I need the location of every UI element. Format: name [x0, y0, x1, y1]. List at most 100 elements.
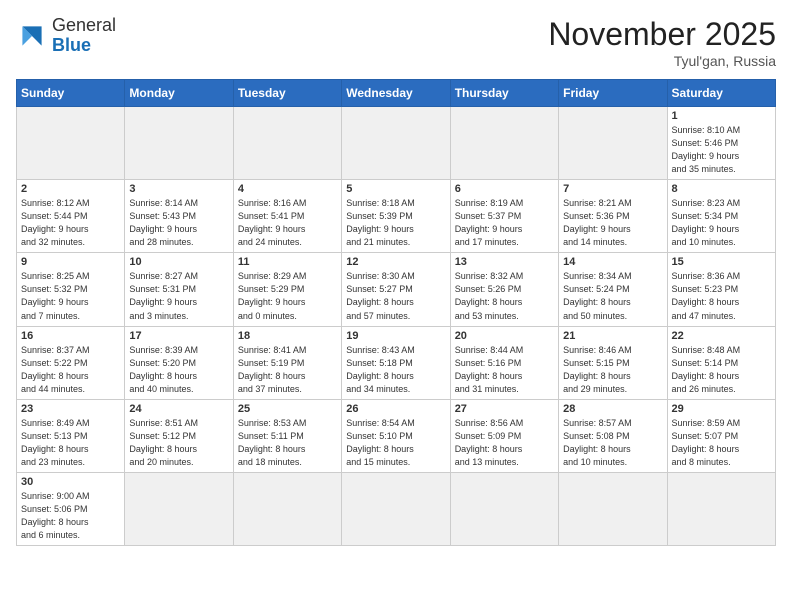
calendar-row: 16Sunrise: 8:37 AM Sunset: 5:22 PM Dayli… [17, 326, 776, 399]
day-info: Sunrise: 8:36 AM Sunset: 5:23 PM Dayligh… [672, 270, 771, 322]
location: Tyul'gan, Russia [548, 53, 776, 69]
day-number: 17 [129, 330, 228, 342]
day-number: 25 [238, 403, 337, 415]
day-number: 11 [238, 256, 337, 268]
day-number: 10 [129, 256, 228, 268]
day-number: 15 [672, 256, 771, 268]
day-info: Sunrise: 8:29 AM Sunset: 5:29 PM Dayligh… [238, 270, 337, 322]
calendar-cell: 3 Sunrise: 8:14 AM Sunset: 5:43 PM Daylig… [125, 180, 233, 253]
calendar-cell: 8 Sunrise: 8:23 AM Sunset: 5:34 PM Daylig… [667, 180, 775, 253]
header-sunday: Sunday [17, 80, 125, 107]
calendar-cell: 2Sunrise: 8:12 AM Sunset: 5:44 PM Daylig… [17, 180, 125, 253]
day-info: Sunrise: 8:54 AM Sunset: 5:10 PM Dayligh… [346, 417, 445, 469]
day-number: 9 [21, 256, 120, 268]
calendar: Sunday Monday Tuesday Wednesday Thursday… [16, 79, 776, 546]
calendar-row: 30Sunrise: 9:00 AM Sunset: 5:06 PM Dayli… [17, 472, 776, 545]
calendar-cell: 20Sunrise: 8:44 AM Sunset: 5:16 PM Dayli… [450, 326, 558, 399]
calendar-cell [667, 472, 775, 545]
day-info: Sunrise: 8:48 AM Sunset: 5:14 PM Dayligh… [672, 344, 771, 396]
day-info: Sunrise: 8:21 AM Sunset: 5:36 PM Dayligh… [563, 197, 662, 249]
calendar-cell: 16Sunrise: 8:37 AM Sunset: 5:22 PM Dayli… [17, 326, 125, 399]
calendar-cell: 14 Sunrise: 8:34 AM Sunset: 5:24 PM Dayli… [559, 253, 667, 326]
calendar-cell: 10 Sunrise: 8:27 AM Sunset: 5:31 PM Dayli… [125, 253, 233, 326]
calendar-cell: 12Sunrise: 8:30 AM Sunset: 5:27 PM Dayli… [342, 253, 450, 326]
calendar-cell [342, 472, 450, 545]
calendar-cell: 26 Sunrise: 8:54 AM Sunset: 5:10 PM Dayli… [342, 399, 450, 472]
day-number: 27 [455, 403, 554, 415]
calendar-cell: 4Sunrise: 8:16 AM Sunset: 5:41 PM Daylig… [233, 180, 341, 253]
day-info: Sunrise: 8:46 AM Sunset: 5:15 PM Dayligh… [563, 344, 662, 396]
day-info: Sunrise: 8:10 AM Sunset: 5:46 PM Dayligh… [672, 124, 771, 176]
day-number: 22 [672, 330, 771, 342]
calendar-row: 1 Sunrise: 8:10 AM Sunset: 5:46 PM Daylig… [17, 107, 776, 180]
calendar-cell [125, 107, 233, 180]
logo-text: General Blue [52, 16, 116, 56]
calendar-cell: 22 Sunrise: 8:48 AM Sunset: 5:14 PM Dayli… [667, 326, 775, 399]
day-info: Sunrise: 8:39 AM Sunset: 5:20 PM Dayligh… [129, 344, 228, 396]
calendar-cell: 17 Sunrise: 8:39 AM Sunset: 5:20 PM Dayli… [125, 326, 233, 399]
calendar-cell [233, 472, 341, 545]
calendar-cell [125, 472, 233, 545]
calendar-cell [559, 107, 667, 180]
day-info: Sunrise: 8:23 AM Sunset: 5:34 PM Dayligh… [672, 197, 771, 249]
day-info: Sunrise: 8:34 AM Sunset: 5:24 PM Dayligh… [563, 270, 662, 322]
day-number: 6 [455, 183, 554, 195]
day-info: Sunrise: 8:49 AM Sunset: 5:13 PM Dayligh… [21, 417, 120, 469]
day-number: 8 [672, 183, 771, 195]
calendar-cell: 29 Sunrise: 8:59 AM Sunset: 5:07 PM Dayli… [667, 399, 775, 472]
day-number: 21 [563, 330, 662, 342]
calendar-cell: 25 Sunrise: 8:53 AM Sunset: 5:11 PM Dayli… [233, 399, 341, 472]
month-title: November 2025 [548, 16, 776, 53]
day-number: 14 [563, 256, 662, 268]
day-number: 20 [455, 330, 554, 342]
day-info: Sunrise: 8:53 AM Sunset: 5:11 PM Dayligh… [238, 417, 337, 469]
day-info: Sunrise: 8:56 AM Sunset: 5:09 PM Dayligh… [455, 417, 554, 469]
calendar-row: 23Sunrise: 8:49 AM Sunset: 5:13 PM Dayli… [17, 399, 776, 472]
calendar-cell: 7 Sunrise: 8:21 AM Sunset: 5:36 PM Daylig… [559, 180, 667, 253]
calendar-cell [17, 107, 125, 180]
day-info: Sunrise: 8:27 AM Sunset: 5:31 PM Dayligh… [129, 270, 228, 322]
calendar-cell: 24 Sunrise: 8:51 AM Sunset: 5:12 PM Dayli… [125, 399, 233, 472]
day-info: Sunrise: 8:14 AM Sunset: 5:43 PM Dayligh… [129, 197, 228, 249]
day-info: Sunrise: 8:59 AM Sunset: 5:07 PM Dayligh… [672, 417, 771, 469]
day-number: 24 [129, 403, 228, 415]
day-info: Sunrise: 8:51 AM Sunset: 5:12 PM Dayligh… [129, 417, 228, 469]
day-number: 3 [129, 183, 228, 195]
header-thursday: Thursday [450, 80, 558, 107]
calendar-cell: 11 Sunrise: 8:29 AM Sunset: 5:29 PM Dayli… [233, 253, 341, 326]
day-info: Sunrise: 8:57 AM Sunset: 5:08 PM Dayligh… [563, 417, 662, 469]
weekday-header-row: Sunday Monday Tuesday Wednesday Thursday… [17, 80, 776, 107]
header-wednesday: Wednesday [342, 80, 450, 107]
calendar-cell: 15 Sunrise: 8:36 AM Sunset: 5:23 PM Dayli… [667, 253, 775, 326]
day-number: 29 [672, 403, 771, 415]
calendar-cell: 28 Sunrise: 8:57 AM Sunset: 5:08 PM Dayli… [559, 399, 667, 472]
day-number: 4 [238, 183, 337, 195]
calendar-row: 2Sunrise: 8:12 AM Sunset: 5:44 PM Daylig… [17, 180, 776, 253]
calendar-cell: 19Sunrise: 8:43 AM Sunset: 5:18 PM Dayli… [342, 326, 450, 399]
day-number: 1 [672, 110, 771, 122]
day-number: 30 [21, 476, 120, 488]
logo: General Blue [16, 16, 116, 56]
day-info: Sunrise: 8:18 AM Sunset: 5:39 PM Dayligh… [346, 197, 445, 249]
day-number: 7 [563, 183, 662, 195]
calendar-row: 9 Sunrise: 8:25 AM Sunset: 5:32 PM Daylig… [17, 253, 776, 326]
header-saturday: Saturday [667, 80, 775, 107]
day-number: 26 [346, 403, 445, 415]
header-monday: Monday [125, 80, 233, 107]
calendar-cell: 5 Sunrise: 8:18 AM Sunset: 5:39 PM Daylig… [342, 180, 450, 253]
calendar-cell [342, 107, 450, 180]
day-number: 19 [346, 330, 445, 342]
header-tuesday: Tuesday [233, 80, 341, 107]
day-number: 5 [346, 183, 445, 195]
day-number: 28 [563, 403, 662, 415]
calendar-cell: 21 Sunrise: 8:46 AM Sunset: 5:15 PM Dayli… [559, 326, 667, 399]
logo-icon [16, 20, 48, 52]
day-info: Sunrise: 8:25 AM Sunset: 5:32 PM Dayligh… [21, 270, 120, 322]
calendar-cell: 6Sunrise: 8:19 AM Sunset: 5:37 PM Daylig… [450, 180, 558, 253]
calendar-cell: 1 Sunrise: 8:10 AM Sunset: 5:46 PM Daylig… [667, 107, 775, 180]
calendar-cell [450, 472, 558, 545]
calendar-cell: 30Sunrise: 9:00 AM Sunset: 5:06 PM Dayli… [17, 472, 125, 545]
day-info: Sunrise: 8:12 AM Sunset: 5:44 PM Dayligh… [21, 197, 120, 249]
calendar-cell [450, 107, 558, 180]
day-number: 16 [21, 330, 120, 342]
